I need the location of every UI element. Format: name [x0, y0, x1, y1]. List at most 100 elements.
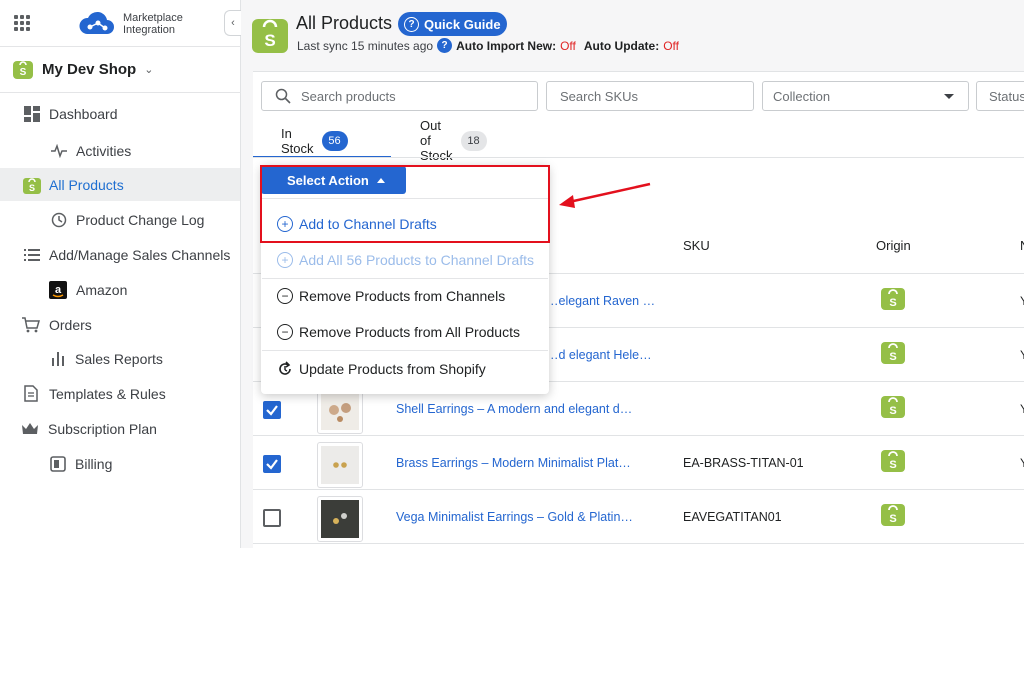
crown-icon: [21, 420, 39, 438]
sidebar-item-dashboard[interactable]: Dashboard: [0, 97, 240, 130]
menu-item-add-all[interactable]: + Add All 56 Products to Channel Drafts: [277, 250, 534, 270]
shopify-origin-icon: S: [881, 394, 905, 423]
sidebar-item-product-change-log[interactable]: Product Change Log: [0, 203, 240, 236]
sidebar-item-amazon[interactable]: a Amazon: [0, 273, 240, 306]
sidebar-item-label: All Products: [49, 176, 124, 193]
app-window: Marketplace Integration ‹ S My Dev Shop …: [0, 0, 1024, 548]
truncated-cell: Y: [1020, 294, 1024, 308]
column-header-partial[interactable]: N: [1020, 238, 1024, 253]
sidebar-item-label: Templates & Rules: [49, 385, 166, 402]
sidebar-item-all-products[interactable]: S All Products: [0, 168, 240, 201]
shopify-bag-icon: S: [13, 61, 33, 79]
search-skus-input[interactable]: Search SKUs: [546, 81, 754, 111]
quick-guide-button[interactable]: ? Quick Guide: [398, 12, 507, 36]
sidebar-item-subscription[interactable]: Subscription Plan: [0, 412, 240, 445]
sidebar-item-label: Billing: [75, 455, 113, 472]
menu-item-label: Update Products from Shopify: [299, 361, 486, 377]
product-thumbnail[interactable]: [317, 388, 363, 434]
table-row[interactable]: [253, 543, 1024, 548]
product-name-link[interactable]: …d elegant Hele…: [546, 348, 652, 362]
count-badge: 18: [460, 130, 487, 151]
row-checkbox[interactable]: [263, 455, 281, 473]
svg-text:S: S: [29, 183, 35, 193]
table-row[interactable]: Vega Minimalist Earrings – Gold & Platin…: [253, 489, 1024, 543]
sidebar-item-label: Activities: [76, 142, 132, 159]
divider: [0, 46, 241, 47]
sidebar-item-label: Subscription Plan: [48, 420, 157, 437]
shop-selector[interactable]: S My Dev Shop ⌄: [12, 58, 153, 80]
cloud-network-icon: [79, 11, 114, 34]
svg-text:S: S: [889, 297, 896, 309]
collapse-sidebar-button[interactable]: ‹: [224, 10, 241, 36]
product-thumbnail[interactable]: [317, 496, 363, 542]
shopify-origin-icon: S: [881, 286, 905, 315]
caret-down-icon: [944, 94, 954, 99]
svg-text:S: S: [20, 67, 27, 78]
brand-logo: Marketplace Integration: [77, 10, 183, 38]
auto-update-label: Auto Update:: [583, 38, 660, 53]
table-row[interactable]: Brass Earrings – Modern Minimalist Plat……: [253, 435, 1024, 489]
sku-value: EAVEGATITAN01: [683, 510, 782, 524]
divider: [262, 278, 548, 279]
sidebar-item-label: Dashboard: [49, 105, 118, 122]
product-name-link[interactable]: Shell Earrings – A modern and elegant d…: [396, 402, 632, 416]
sidebar-item-templates[interactable]: Templates & Rules: [0, 377, 240, 410]
shop-name: My Dev Shop: [42, 60, 137, 78]
auto-update-value[interactable]: Off: [663, 39, 679, 53]
sidebar-item-label: Amazon: [76, 281, 128, 298]
search-products-input[interactable]: Search products: [261, 81, 538, 111]
sidebar-item-label: Sales Reports: [75, 350, 163, 367]
bar-chart-icon: [49, 350, 67, 368]
dashboard-icon: [23, 105, 41, 123]
status-select[interactable]: Status: [976, 81, 1024, 111]
menu-item-update-shopify[interactable]: Update Products from Shopify: [277, 359, 486, 379]
brand-line-2: Integration: [123, 24, 175, 36]
sidebar-item-activities[interactable]: Activities: [0, 134, 240, 167]
sidebar-item-sales-channels[interactable]: Add/Manage Sales Channels: [0, 238, 240, 271]
divider: [253, 157, 1024, 158]
svg-text:S: S: [889, 513, 896, 525]
search-products-placeholder: Search products: [301, 88, 396, 104]
annotation-highlight-box: [260, 165, 550, 243]
document-icon: [22, 385, 40, 403]
truncated-cell: Y: [1020, 402, 1024, 416]
divider: [0, 92, 241, 93]
cart-icon: [22, 316, 40, 334]
auto-import-value[interactable]: Off: [560, 39, 576, 53]
app-grid-icon[interactable]: [14, 15, 30, 31]
tab-out-of-stock[interactable]: Out of Stock 18: [420, 118, 487, 163]
product-thumbnail[interactable]: [317, 442, 363, 488]
sidebar-item-label: Add/Manage Sales Channels: [49, 246, 231, 263]
sku-value: EA-BRASS-TITAN-01: [683, 456, 804, 470]
svg-text:S: S: [889, 351, 896, 363]
sidebar-item-orders[interactable]: Orders: [0, 308, 240, 341]
menu-item-label: Add All 56 Products to Channel Drafts: [299, 252, 535, 268]
row-checkbox[interactable]: [263, 509, 281, 527]
menu-item-remove-all[interactable]: − Remove Products from All Products: [277, 322, 520, 342]
page-title: All Products: [296, 13, 393, 33]
svg-text:S: S: [889, 405, 896, 417]
tab-in-stock[interactable]: In Stock 56: [281, 124, 348, 157]
tab-label: In Stock: [281, 125, 314, 156]
product-name-link[interactable]: Brass Earrings – Modern Minimalist Plat…: [396, 456, 631, 470]
refresh-icon: [279, 361, 291, 375]
menu-item-remove-channels[interactable]: − Remove Products from Channels: [277, 286, 505, 306]
sidebar-item-billing[interactable]: Billing: [0, 447, 240, 480]
plus-circle-icon: +: [277, 252, 293, 268]
minus-circle-icon: −: [277, 324, 293, 340]
product-name-link[interactable]: Vega Minimalist Earrings – Gold & Platin…: [396, 510, 633, 524]
billing-icon: [49, 455, 67, 473]
chevron-down-icon: ⌄: [144, 63, 154, 76]
column-header-origin[interactable]: Origin: [876, 238, 911, 253]
divider: [262, 350, 548, 351]
collection-select[interactable]: Collection: [762, 81, 969, 111]
shopify-origin-icon: S: [881, 502, 905, 531]
row-checkbox[interactable]: [263, 401, 281, 419]
help-icon[interactable]: ?: [437, 38, 453, 53]
menu-item-label: Remove Products from All Products: [299, 324, 520, 340]
column-header-sku[interactable]: SKU: [683, 238, 710, 253]
collection-label: Collection: [773, 88, 831, 104]
sidebar-item-sales-reports[interactable]: Sales Reports: [0, 342, 240, 375]
product-name-link[interactable]: …elegant Raven …: [546, 294, 655, 308]
svg-text:S: S: [889, 459, 896, 471]
